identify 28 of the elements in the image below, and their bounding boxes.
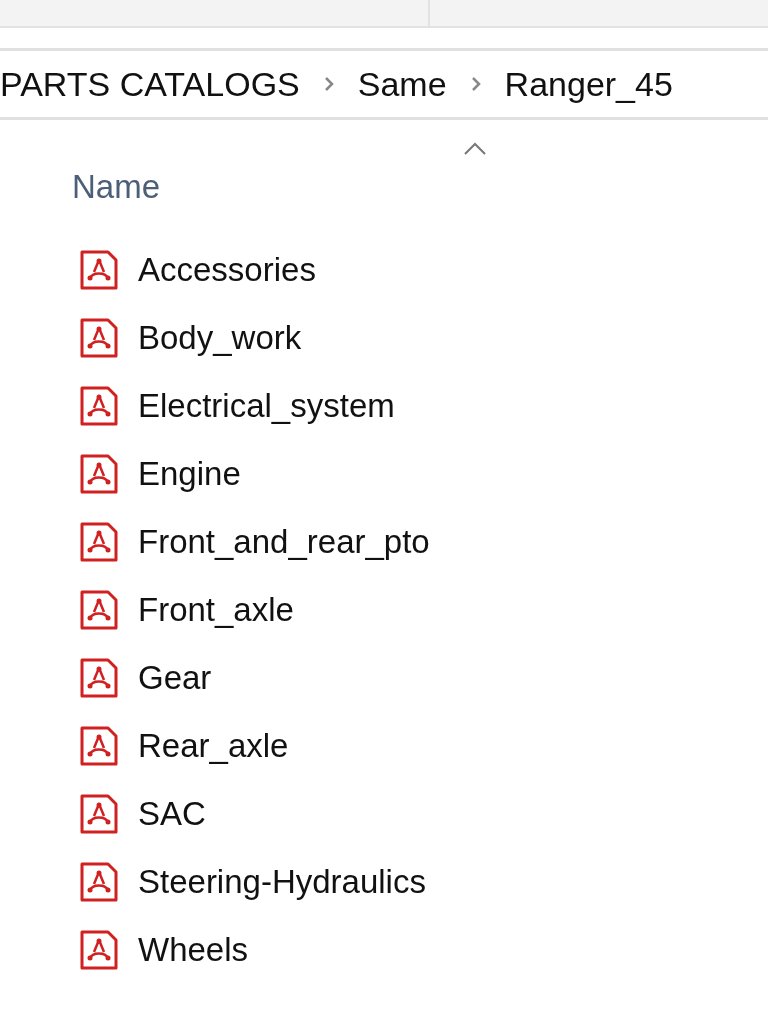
file-name[interactable]: Wheels: [138, 931, 249, 969]
file-name[interactable]: Front_axle: [138, 591, 294, 629]
file-name[interactable]: Accessories: [138, 251, 316, 289]
file-name[interactable]: SAC: [138, 795, 206, 833]
pdf-file-icon: [80, 930, 118, 970]
pdf-file-icon: [80, 726, 118, 766]
breadcrumb-item[interactable]: PARTS CATALOGS: [0, 64, 300, 104]
file-name[interactable]: Electrical_system: [138, 387, 395, 425]
file-name[interactable]: Steering-Hydraulics: [138, 863, 426, 901]
file-name[interactable]: Rear_axle: [138, 727, 289, 765]
pdf-file-icon: [80, 318, 118, 358]
pdf-file-icon: [80, 386, 118, 426]
file-name[interactable]: Body_work: [138, 319, 302, 357]
breadcrumb-item[interactable]: Ranger_45: [504, 64, 673, 104]
file-name[interactable]: Gear: [138, 659, 212, 697]
pdf-file-icon: [80, 522, 118, 562]
file-name[interactable]: Front_and_rear_pto: [138, 523, 430, 561]
pdf-file-icon: [80, 794, 118, 834]
pdf-file-icon: [80, 590, 118, 630]
pdf-file-icon: [80, 658, 118, 698]
chevron-icon: [470, 77, 481, 91]
breadcrumb-item[interactable]: Same: [357, 64, 447, 104]
pdf-file-icon: [80, 250, 118, 290]
pdf-file-icon: [80, 454, 118, 494]
column-header[interactable]: Name: [72, 168, 161, 206]
pdf-file-icon: [80, 862, 118, 902]
file-name[interactable]: Engine: [138, 455, 241, 493]
chevron-icon: [323, 77, 334, 91]
